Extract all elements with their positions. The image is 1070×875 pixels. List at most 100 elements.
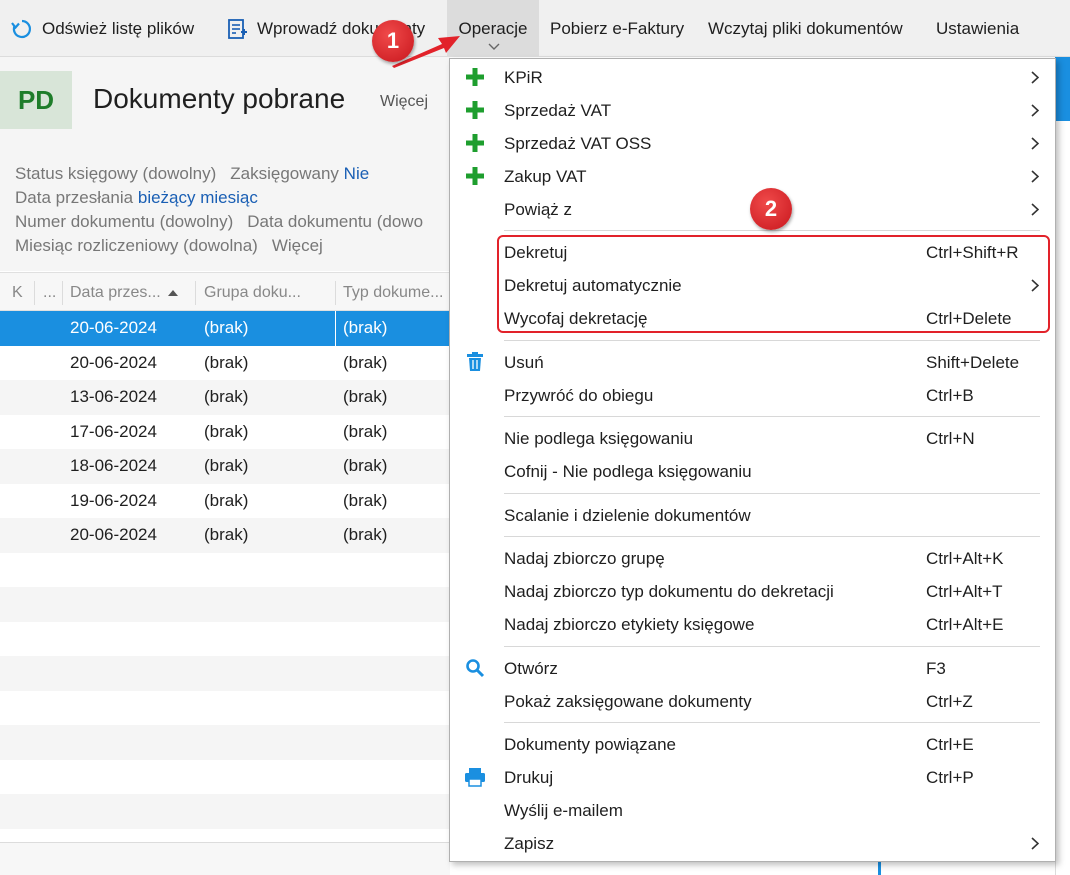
refresh-icon [10, 17, 34, 41]
chevron-right-icon [1031, 66, 1041, 88]
filter-row-settlement-month: Miesiąc rozliczeniowy (dowolna) Więcej [15, 236, 323, 256]
table-row[interactable]: 20-06-2024 (brak) (brak) [0, 346, 450, 381]
menu-item-label: Nadaj zbiorczo etykiety księgowe [504, 615, 755, 634]
menu-item-bulk-group[interactable]: Nadaj zbiorczo grupę Ctrl+Alt+K [450, 542, 1055, 575]
annotation-badge-2: 2 [750, 188, 792, 230]
menu-separator [504, 646, 1040, 647]
menu-item-label: Dokumenty powiązane [504, 735, 676, 754]
preview-header-edge [1055, 57, 1070, 121]
plus-icon [464, 99, 486, 121]
menu-item-label: Scalanie i dzielenie dokumentów [504, 506, 751, 525]
filter-posted-value[interactable]: Nie [344, 164, 370, 183]
refresh-label: Odśwież listę plików [42, 18, 195, 38]
menu-item-label: Przywróć do obiegu [504, 386, 654, 405]
menu-item-purchase-vat[interactable]: Zakup VAT [450, 160, 1055, 193]
load-document-files-button[interactable]: Wczytaj pliki dokumentów [708, 0, 903, 57]
chevron-right-icon [1031, 132, 1041, 154]
column-header-k[interactable]: K [12, 273, 23, 312]
printer-icon [464, 766, 486, 788]
filter-sent-date-label[interactable]: Data przesłania [15, 188, 133, 207]
menu-item-show-posted[interactable]: Pokaż zaksięgowane dokumenty Ctrl+Z [450, 685, 1055, 718]
grid-footer [0, 842, 450, 875]
menu-item-label: Usuń [504, 353, 544, 372]
menu-item-restore[interactable]: Przywróć do obiegu Ctrl+B [450, 379, 1055, 412]
menu-item-delete[interactable]: Usuń Shift+Delete [450, 346, 1055, 379]
menu-item-not-posted[interactable]: Nie podlega księgowaniu Ctrl+N [450, 422, 1055, 455]
menu-item-label: Otwórz [504, 659, 558, 678]
menu-item-open[interactable]: Otwórz F3 [450, 652, 1055, 685]
cell-type: (brak) [343, 318, 388, 338]
menu-item-label: Nadaj zbiorczo grupę [504, 549, 665, 568]
chevron-right-icon [1031, 99, 1041, 121]
header-more-link[interactable]: Więcej [380, 93, 428, 111]
menu-item-undo-not-posted[interactable]: Cofnij - Nie podlega księgowaniu [450, 455, 1055, 488]
annotation-badge-1: 1 [372, 20, 414, 62]
cell-type: (brak) [343, 525, 388, 545]
menu-item-sales-vat-oss[interactable]: Sprzedaż VAT OSS [450, 127, 1055, 160]
menu-item-send-email[interactable]: Wyślij e-mailem [450, 794, 1055, 827]
menu-item-bulk-doc-type[interactable]: Nadaj zbiorczo typ dokumentu do dekretac… [450, 575, 1055, 608]
menu-item-shortcut: Ctrl+Alt+K [926, 549, 1004, 568]
table-row[interactable]: 20-06-2024 (brak) (brak) [0, 518, 450, 553]
plus-icon [464, 132, 486, 154]
chevron-right-icon [1031, 832, 1041, 854]
annotation-highlight-box [497, 235, 1050, 333]
cell-group: (brak) [204, 387, 249, 407]
table-row[interactable]: 17-06-2024 (brak) (brak) [0, 415, 450, 450]
menu-item-label: KPiR [504, 68, 543, 87]
menu-item-label: Pokaż zaksięgowane dokumenty [504, 692, 752, 711]
column-header-sent-date-label: Data przes... [70, 283, 161, 301]
menu-item-sales-vat[interactable]: Sprzedaż VAT [450, 94, 1055, 127]
load-document-files-label: Wczytaj pliki dokumentów [708, 18, 903, 38]
menu-item-shortcut: Ctrl+B [926, 386, 974, 405]
menu-separator [504, 230, 1040, 231]
filter-more-link[interactable]: Więcej [272, 236, 323, 255]
empty-row [0, 587, 450, 622]
cell-type: (brak) [343, 456, 388, 476]
menu-item-label: Sprzedaż VAT OSS [504, 134, 652, 153]
menu-item-related-documents[interactable]: Dokumenty powiązane Ctrl+E [450, 728, 1055, 761]
settings-button[interactable]: Ustawienia [936, 0, 1019, 57]
menu-item-label: Nadaj zbiorczo typ dokumentu do dekretac… [504, 582, 834, 601]
refresh-file-list-button[interactable]: Odśwież listę plików [10, 0, 194, 57]
menu-separator [504, 722, 1040, 723]
filter-sent-date-value[interactable]: bieżący miesiąc [138, 188, 258, 207]
operations-dropdown-menu: KPiR Sprzedaż VAT Sprzedaż VAT OSS Zakup… [449, 58, 1056, 862]
filter-settlement-month[interactable]: Miesiąc rozliczeniowy (dowolna) [15, 236, 258, 255]
menu-item-print[interactable]: Drukuj Ctrl+P [450, 761, 1055, 794]
cell-date: 13-06-2024 [70, 387, 157, 407]
filter-doc-number[interactable]: Numer dokumentu (dowolny) [15, 212, 233, 231]
menu-separator [504, 340, 1040, 341]
filter-status[interactable]: Status księgowy (dowolny) [15, 164, 216, 183]
cell-date: 20-06-2024 [70, 318, 157, 338]
table-row[interactable]: 20-06-2024 (brak) (brak) [0, 311, 450, 346]
menu-item-save[interactable]: Zapisz [450, 827, 1055, 860]
menu-item-shortcut: Ctrl+Z [926, 692, 973, 711]
filter-doc-date[interactable]: Data dokumentu (dowo [247, 212, 423, 231]
menu-item-shortcut: Ctrl+E [926, 735, 974, 754]
cell-group: (brak) [204, 421, 249, 441]
cell-type: (brak) [343, 421, 388, 441]
menu-item-merge-split[interactable]: Scalanie i dzielenie dokumentów [450, 499, 1055, 532]
column-header-more[interactable]: ... [43, 273, 56, 312]
column-header-sent-date[interactable]: Data przes... [70, 273, 179, 312]
sort-ascending-icon [167, 289, 178, 296]
filter-posted-label[interactable]: Zaksięgowany [230, 164, 339, 183]
column-header-group[interactable]: Grupa doku... [204, 273, 301, 312]
table-row[interactable]: 13-06-2024 (brak) (brak) [0, 380, 450, 415]
column-header-type[interactable]: Typ dokume... [343, 273, 444, 312]
filter-row-sent-date: Data przesłania bieżący miesiąc [15, 188, 258, 208]
menu-item-shortcut: Ctrl+Alt+E [926, 615, 1004, 634]
menu-item-bulk-labels[interactable]: Nadaj zbiorczo etykiety księgowe Ctrl+Al… [450, 608, 1055, 641]
menu-item-kpir[interactable]: KPiR [450, 61, 1055, 94]
table-row[interactable]: 19-06-2024 (brak) (brak) [0, 484, 450, 519]
table-row[interactable]: 18-06-2024 (brak) (brak) [0, 449, 450, 484]
cell-date: 17-06-2024 [70, 421, 157, 441]
empty-row [0, 553, 450, 588]
grid-header: K ... Data przes... Grupa doku... Typ do… [0, 272, 450, 311]
plus-icon [464, 165, 486, 187]
settings-label: Ustawienia [936, 18, 1020, 38]
empty-row [0, 725, 450, 760]
menu-item-shortcut: Ctrl+Alt+T [926, 582, 1003, 601]
download-efaktury-button[interactable]: Pobierz e-Faktury [550, 0, 684, 57]
